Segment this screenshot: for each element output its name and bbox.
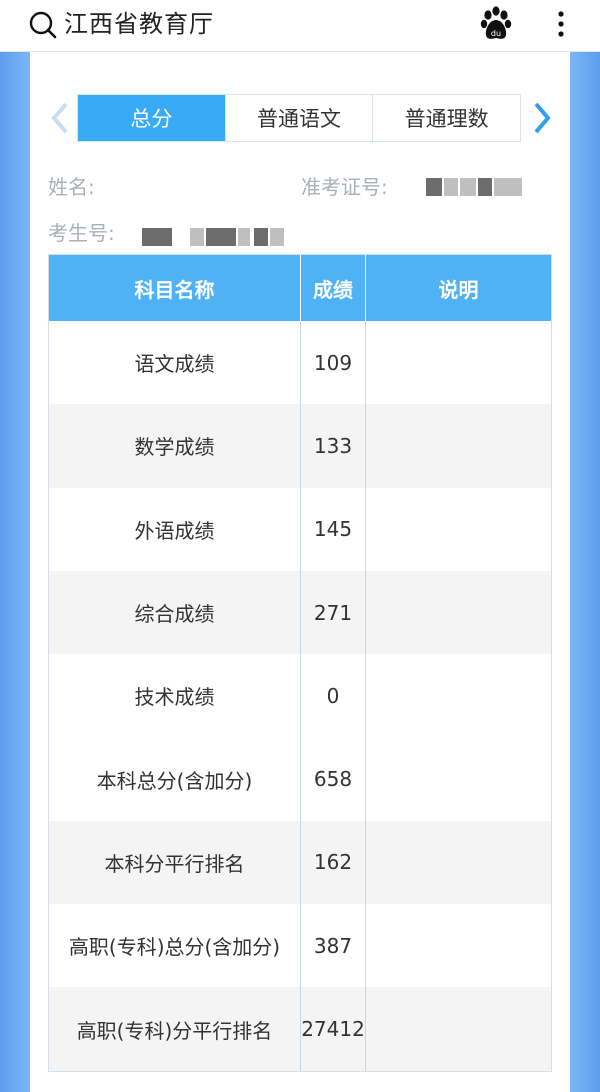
tab-total-score[interactable]: 总分 xyxy=(78,95,225,141)
note-cell xyxy=(366,654,551,737)
subject-cell: 数学成绩 xyxy=(134,435,215,460)
note-cell xyxy=(366,737,551,820)
score-cell: 0 xyxy=(300,654,366,738)
tab-science-math[interactable]: 普通理数 xyxy=(372,95,520,141)
subject-cell: 技术成绩 xyxy=(134,685,215,710)
score-table: 科目名称 成绩 说明 语文成绩 109 数学成绩 133 外语成绩 145 综合… xyxy=(48,254,552,1072)
chevron-left-icon[interactable] xyxy=(46,100,72,136)
top-bar: 江西省教育厅 du xyxy=(0,0,600,52)
name-label: 姓名: xyxy=(48,175,95,199)
frame-left xyxy=(0,52,30,1092)
table-header: 科目名称 成绩 说明 xyxy=(49,255,551,321)
frame-right xyxy=(570,52,600,1092)
table-row: 高职(专科)总分(含加分) 387 xyxy=(49,904,551,988)
tab-bar: 总分 普通语文 普通理数 xyxy=(77,94,521,142)
subject-cell: 外语成绩 xyxy=(134,518,215,543)
note-cell xyxy=(366,571,551,654)
table-row: 本科总分(含加分) 658 xyxy=(49,737,551,821)
score-cell: 387 xyxy=(300,904,366,988)
table-body: 语文成绩 109 数学成绩 133 外语成绩 145 综合成绩 271 技术成绩… xyxy=(49,321,551,1071)
note-cell xyxy=(366,987,551,1070)
table-row: 语文成绩 109 xyxy=(49,321,551,405)
score-cell: 145 xyxy=(300,487,366,571)
header-note: 说明 xyxy=(438,277,479,302)
note-cell xyxy=(366,488,551,571)
note-cell xyxy=(366,904,551,987)
subject-cell: 综合成绩 xyxy=(134,602,215,627)
table-row: 技术成绩 0 xyxy=(49,654,551,738)
score-cell: 162 xyxy=(300,820,366,905)
chevron-right-icon[interactable] xyxy=(530,100,556,136)
table-row: 综合成绩 271 xyxy=(49,570,551,655)
subject-cell: 高职(专科)分平行排名 xyxy=(76,1018,273,1043)
svg-text:du: du xyxy=(491,29,501,38)
tab-chinese[interactable]: 普通语文 xyxy=(224,95,373,141)
ticket-number-label: 准考证号: xyxy=(301,175,388,199)
note-cell xyxy=(366,821,551,904)
table-row: 数学成绩 133 xyxy=(49,404,551,488)
table-row: 本科分平行排名 162 xyxy=(49,820,551,905)
more-menu-icon[interactable] xyxy=(556,6,566,42)
header-subject: 科目名称 xyxy=(134,277,215,302)
score-cell: 133 xyxy=(300,404,366,488)
subject-cell: 语文成绩 xyxy=(134,352,215,377)
score-cell: 27412 xyxy=(300,987,366,1071)
table-row: 外语成绩 145 xyxy=(49,487,551,571)
subject-cell: 高职(专科)总分(含加分) xyxy=(68,935,281,960)
search-icon[interactable] xyxy=(28,10,58,40)
subject-cell: 本科分平行排名 xyxy=(104,851,245,876)
student-number-label: 考生号: xyxy=(48,221,115,245)
score-cell: 109 xyxy=(300,321,366,405)
table-row: 高职(专科)分平行排名 27412 xyxy=(49,987,551,1071)
baidu-paw-icon[interactable]: du xyxy=(479,6,513,42)
score-cell: 271 xyxy=(300,570,366,655)
note-cell xyxy=(366,404,551,487)
score-cell: 658 xyxy=(300,737,366,821)
header-score: 成绩 xyxy=(300,255,366,321)
note-cell xyxy=(366,321,551,404)
subject-cell: 本科总分(含加分) xyxy=(96,768,253,793)
site-title[interactable]: 江西省教育厅 xyxy=(64,8,214,40)
